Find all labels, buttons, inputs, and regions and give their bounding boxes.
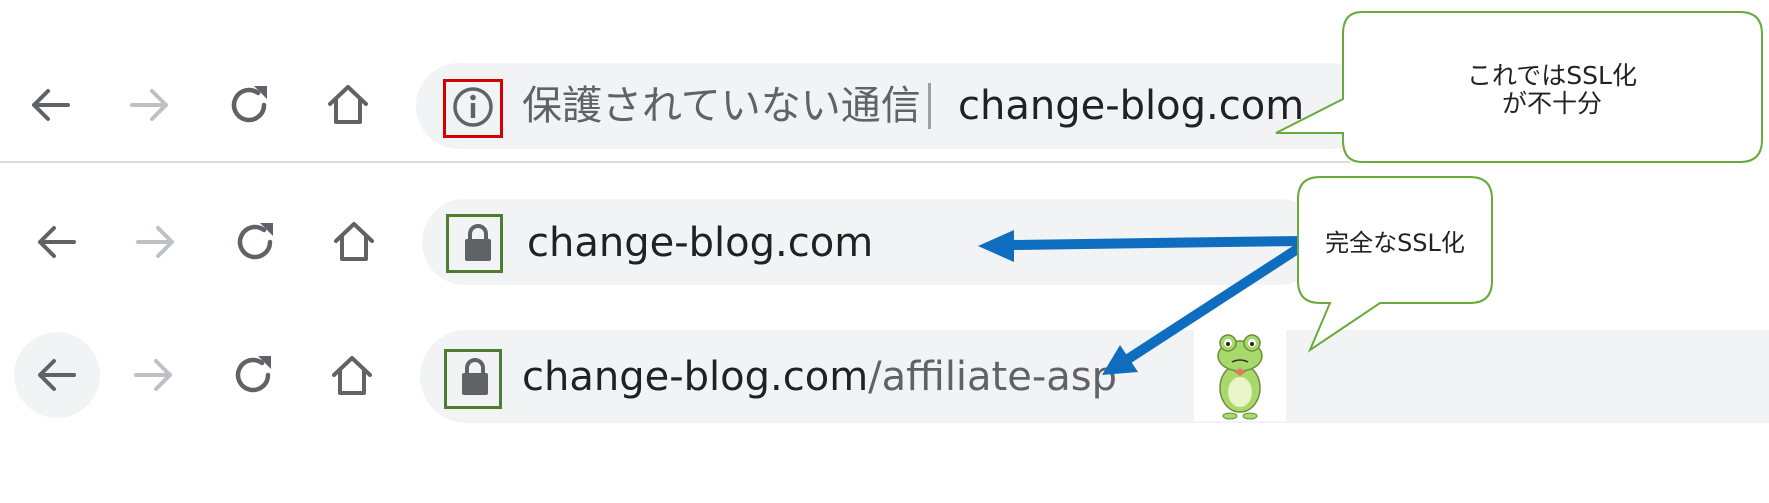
callout-middle: [1297, 176, 1493, 353]
callout-top-text: これではSSL化 が不十分: [1350, 62, 1754, 117]
callout-middle-text: 完全なSSL化: [1325, 229, 1465, 257]
callout-top-line1: これではSSL化: [1467, 61, 1637, 90]
callout-top-line2: が不十分: [1501, 88, 1602, 118]
